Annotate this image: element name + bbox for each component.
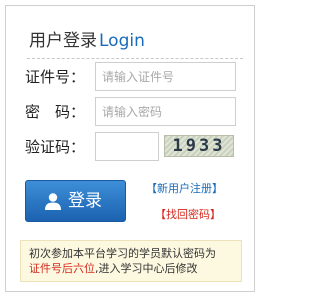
id-number-input[interactable] — [95, 62, 236, 91]
captcha-image[interactable]: 1933 — [164, 135, 234, 157]
user-icon — [45, 193, 61, 210]
recover-password-link[interactable]: 【找回密码】 — [155, 207, 221, 223]
notice-highlight: 证件号后六位 — [29, 262, 95, 275]
first-login-notice: 初次参加本平台学习的学员默认密码为 证件号后六位,进入学习中心后修改 — [20, 240, 242, 282]
register-link[interactable]: 【新用户注册】 — [146, 181, 223, 197]
login-button-label: 登录 — [68, 191, 102, 211]
captcha-input[interactable] — [95, 132, 159, 161]
captcha-label: 验证码： — [25, 138, 86, 156]
login-title-en: Login — [99, 31, 145, 51]
login-title-zh: 用户登录 — [29, 31, 97, 51]
title-divider — [27, 58, 243, 59]
id-label: 证件号： — [25, 68, 86, 86]
login-title: 用户登录 Login — [29, 30, 145, 52]
password-input[interactable] — [95, 97, 236, 126]
password-label: 密 码： — [25, 103, 86, 121]
notice-text-1: 初次参加本平台学习的学员默认密码为 — [29, 247, 216, 260]
captcha-image-text: 1933 — [172, 136, 226, 156]
login-button[interactable]: 登录 — [25, 180, 126, 222]
notice-text-2: ,进入学习中心后修改 — [95, 262, 198, 275]
